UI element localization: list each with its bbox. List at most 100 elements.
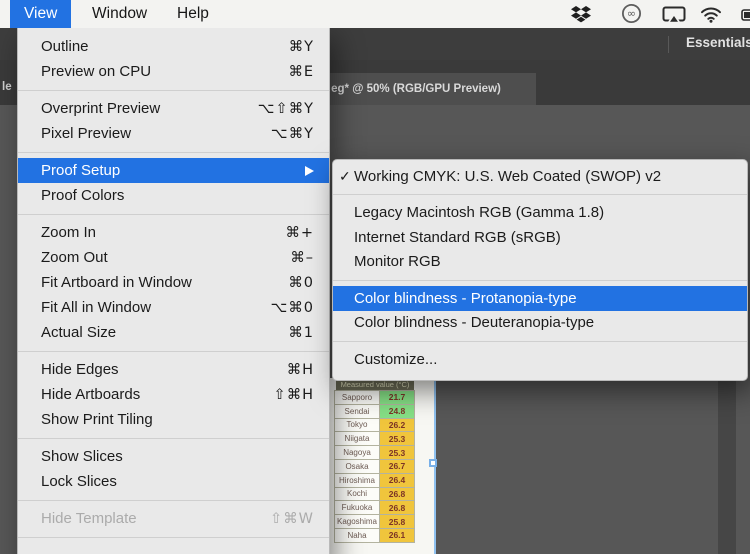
menu-item-preview-on-cpu[interactable]: Preview on CPU⌘E bbox=[18, 59, 329, 84]
menu-item-proof-colors[interactable]: Proof Colors bbox=[18, 183, 329, 208]
menu-item-label: Hide Artboards bbox=[41, 386, 273, 403]
selection-handle[interactable] bbox=[429, 459, 437, 467]
menu-item-hide-template: Hide Template⇧⌘W bbox=[18, 506, 329, 531]
submenu-item-label: Monitor RGB bbox=[354, 253, 735, 270]
submenu-item-label: Internet Standard RGB (sRGB) bbox=[354, 229, 735, 246]
menubar-item-window[interactable]: Window bbox=[78, 0, 161, 28]
screen: Measured value (°C) Sapporo21.7 Sendai24… bbox=[0, 0, 750, 554]
temperature-table: Measured value (°C) Sapporo21.7 Sendai24… bbox=[334, 378, 415, 543]
menu-item-fit-all-in-window[interactable]: Fit All in Window⌥⌘0 bbox=[18, 295, 329, 320]
menu-separator bbox=[333, 341, 747, 342]
submenu-item-color-blindness-deuteranopia[interactable]: Color blindness - Deuteranopia-type bbox=[333, 311, 747, 336]
menu-item-label: Show Slices bbox=[41, 448, 314, 465]
menu-separator bbox=[18, 351, 329, 352]
workspace-switcher[interactable]: Essentials bbox=[686, 35, 750, 50]
menu-item-label: Hide Template bbox=[41, 510, 270, 527]
table-row: Hiroshima26.4 bbox=[334, 473, 415, 488]
menu-item-label: Overprint Preview bbox=[41, 100, 258, 117]
menu-item-shortcut: ⇧⌘H bbox=[273, 387, 314, 403]
submenu-item-color-blindness-protanopia[interactable]: Color blindness - Protanopia-type bbox=[333, 286, 747, 311]
airplay-display-icon[interactable] bbox=[662, 6, 686, 29]
submenu-item-label: Customize... bbox=[354, 351, 735, 368]
menu-separator bbox=[18, 500, 329, 501]
menubar-item-help[interactable]: Help bbox=[163, 0, 223, 28]
city-cell: Sapporo bbox=[334, 390, 380, 405]
value-cell: 25.3 bbox=[379, 445, 415, 460]
creative-cloud-icon[interactable]: ∞ bbox=[621, 3, 642, 29]
menu-item-fit-artboard-in-window[interactable]: Fit Artboard in Window⌘0 bbox=[18, 270, 329, 295]
menu-item-label: Proof Setup bbox=[41, 162, 297, 179]
menu-item-shortcut: ⇧⌘W bbox=[270, 511, 314, 527]
menu-item-label: Fit All in Window bbox=[41, 299, 271, 316]
menu-item-hide-artboards[interactable]: Hide Artboards⇧⌘H bbox=[18, 382, 329, 407]
submenu-item-label: Working CMYK: U.S. Web Coated (SWOP) v2 bbox=[354, 168, 735, 185]
wifi-icon[interactable] bbox=[700, 6, 722, 28]
city-cell: Kagoshima bbox=[334, 514, 380, 529]
submenu-item-customize[interactable]: Customize... bbox=[333, 347, 747, 372]
menu-separator bbox=[18, 438, 329, 439]
menu-item-shortcut: ⌘E bbox=[288, 64, 314, 80]
menu-item-label: Zoom In bbox=[41, 224, 285, 241]
menu-item-label: Pixel Preview bbox=[41, 125, 271, 142]
menubar-label: Window bbox=[92, 5, 147, 23]
checkmark-icon: ✓ bbox=[339, 168, 354, 185]
value-cell: 26.2 bbox=[379, 418, 415, 433]
menu-item-outline[interactable]: Outline⌘Y bbox=[18, 34, 329, 59]
menu-item-zoom-in[interactable]: Zoom In⌘+ bbox=[18, 220, 329, 245]
menu-item-shortcut: ⌘+ bbox=[285, 225, 314, 241]
menu-item-actual-size[interactable]: Actual Size⌘1 bbox=[18, 320, 329, 345]
view-menu: Outline⌘Y Preview on CPU⌘E Overprint Pre… bbox=[17, 28, 330, 554]
city-cell: Tokyo bbox=[334, 418, 380, 433]
table-row: Fukuoka26.8 bbox=[334, 500, 415, 515]
value-cell: 24.8 bbox=[379, 404, 415, 419]
menu-item-shortcut: ⌥⌘0 bbox=[271, 300, 314, 316]
city-cell: Niigata bbox=[334, 431, 380, 446]
table-row: Sapporo21.7 bbox=[334, 390, 415, 405]
submenu-item-monitor-rgb[interactable]: Monitor RGB bbox=[333, 250, 747, 275]
city-cell: Nagoya bbox=[334, 445, 380, 460]
menu-item-label: Zoom Out bbox=[41, 249, 290, 266]
menu-item-show-print-tiling[interactable]: Show Print Tiling bbox=[18, 407, 329, 432]
value-cell: 25.8 bbox=[379, 514, 415, 529]
document-tab[interactable]: eg* @ 50% (RGB/GPU Preview) bbox=[296, 73, 536, 105]
menu-separator bbox=[333, 194, 747, 195]
city-cell: Hiroshima bbox=[334, 473, 380, 488]
menu-item-show-slices[interactable]: Show Slices bbox=[18, 444, 329, 469]
dropbox-icon[interactable] bbox=[571, 5, 591, 28]
menu-item-shortcut: ⌘0 bbox=[288, 275, 314, 291]
menubar-item-view[interactable]: View bbox=[10, 0, 71, 28]
menu-item-label: Fit Artboard in Window bbox=[41, 274, 288, 291]
menu-item-hide-edges[interactable]: Hide Edges⌘H bbox=[18, 357, 329, 382]
menu-bar: View Window Help ∞ bbox=[0, 0, 750, 28]
submenu-item-working-cmyk[interactable]: ✓Working CMYK: U.S. Web Coated (SWOP) v2 bbox=[333, 164, 747, 189]
value-cell: 26.4 bbox=[379, 473, 415, 488]
menu-item-label: Show Print Tiling bbox=[41, 411, 314, 428]
menu-separator bbox=[18, 152, 329, 153]
table-row: Kochi26.8 bbox=[334, 487, 415, 502]
menu-item-proof-setup[interactable]: Proof Setup bbox=[18, 158, 329, 183]
menubar-label: View bbox=[24, 5, 57, 23]
menubar-label: Help bbox=[177, 5, 209, 23]
menu-item-overprint-preview[interactable]: Overprint Preview⌥⇧⌘Y bbox=[18, 96, 329, 121]
table-row: Nagoya25.3 bbox=[334, 445, 415, 460]
submenu-item-internet-standard-rgb[interactable]: Internet Standard RGB (sRGB) bbox=[333, 225, 747, 250]
table-row: Sendai24.8 bbox=[334, 404, 415, 419]
menu-item-zoom-out[interactable]: Zoom Out⌘– bbox=[18, 245, 329, 270]
menu-separator bbox=[18, 90, 329, 91]
value-cell: 25.3 bbox=[379, 431, 415, 446]
value-cell: 26.1 bbox=[379, 528, 415, 543]
proof-setup-submenu: ✓Working CMYK: U.S. Web Coated (SWOP) v2… bbox=[332, 159, 748, 381]
menu-item-lock-slices[interactable]: Lock Slices bbox=[18, 469, 329, 494]
menu-item-shortcut: ⌘– bbox=[290, 250, 314, 266]
battery-icon[interactable] bbox=[741, 8, 750, 26]
submenu-item-label: Color blindness - Deuteranopia-type bbox=[354, 314, 735, 331]
table-row: Osaka26.7 bbox=[334, 459, 415, 474]
submenu-item-legacy-macintosh-rgb[interactable]: Legacy Macintosh RGB (Gamma 1.8) bbox=[333, 201, 747, 226]
menu-item-shortcut: ⌘1 bbox=[288, 325, 314, 341]
menu-item-shortcut: ⌘Y bbox=[289, 39, 314, 55]
submenu-item-label: Legacy Macintosh RGB (Gamma 1.8) bbox=[354, 204, 735, 221]
menu-item-pixel-preview[interactable]: Pixel Preview⌥⌘Y bbox=[18, 121, 329, 146]
inactive-tab-fragment[interactable]: le bbox=[2, 81, 12, 93]
city-cell: Sendai bbox=[334, 404, 380, 419]
table-row: Tokyo26.2 bbox=[334, 418, 415, 433]
